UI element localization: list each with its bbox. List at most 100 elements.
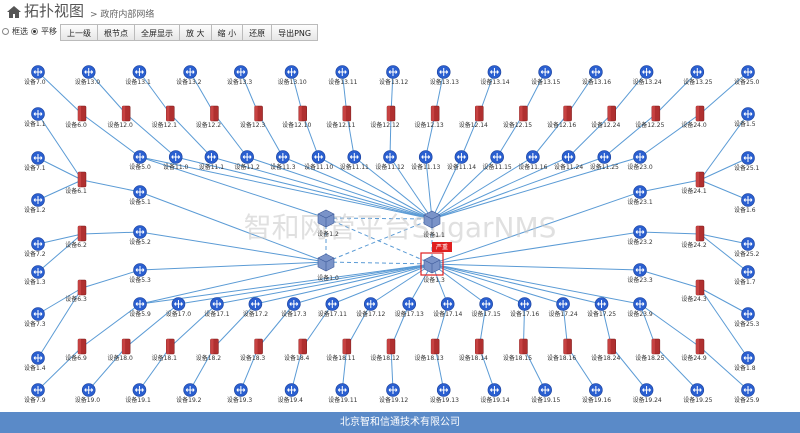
switch-node[interactable] — [81, 383, 96, 397]
firewall-node[interactable] — [210, 105, 219, 122]
radio-pan-label[interactable]: 平移 — [41, 26, 57, 37]
radio-select-mode[interactable] — [2, 28, 9, 35]
switch-node[interactable] — [454, 150, 469, 164]
switch-node[interactable] — [31, 265, 45, 279]
zoom-out-button[interactable]: 缩 小 — [210, 24, 244, 41]
switch-node[interactable] — [311, 150, 326, 164]
radio-select-label[interactable]: 框选 — [12, 26, 28, 37]
firewall-node[interactable] — [166, 105, 175, 122]
switch-node[interactable] — [132, 65, 147, 79]
switch-node[interactable] — [31, 151, 45, 165]
topology-canvas[interactable]: 智和网管平台SugarNMS 设备7.0 设备13.0 设备13.1 设备13.2 设备… — [0, 42, 800, 412]
switch-node[interactable] — [741, 151, 755, 165]
firewall-node[interactable] — [77, 105, 87, 122]
switch-node[interactable] — [741, 351, 755, 365]
switch-node[interactable] — [276, 150, 290, 164]
restore-button[interactable]: 还原 — [242, 24, 273, 41]
switch-node[interactable] — [526, 150, 540, 164]
firewall-node[interactable] — [121, 338, 131, 355]
switch-node[interactable] — [171, 297, 186, 311]
firewall-node[interactable] — [254, 105, 263, 122]
firewall-node[interactable] — [607, 105, 616, 122]
switch-node[interactable] — [436, 383, 451, 397]
switch-node[interactable] — [633, 225, 647, 239]
switch-node[interactable] — [589, 383, 603, 397]
switch-node[interactable] — [133, 263, 147, 277]
firewall-node[interactable] — [166, 338, 175, 355]
firewall-node[interactable] — [695, 171, 705, 188]
switch-node[interactable] — [133, 297, 147, 311]
switch-node[interactable] — [633, 297, 647, 311]
switch-node[interactable] — [287, 297, 301, 311]
switch-node[interactable] — [690, 383, 705, 397]
firewall-node[interactable] — [77, 338, 87, 355]
firewall-node[interactable] — [563, 338, 572, 355]
switch-node[interactable] — [436, 65, 451, 79]
breadcrumb[interactable]: > 政府内部网络 — [90, 7, 154, 20]
switch-node[interactable] — [741, 65, 755, 79]
switch-node[interactable] — [386, 383, 400, 397]
switch-node[interactable] — [325, 297, 340, 311]
firewall-node[interactable] — [563, 105, 572, 122]
firewall-node[interactable] — [519, 338, 528, 355]
firewall-node[interactable] — [430, 105, 440, 122]
switch-node[interactable] — [597, 150, 612, 164]
firewall-node[interactable] — [298, 338, 307, 355]
core-router-node[interactable] — [317, 209, 335, 228]
switch-node[interactable] — [31, 383, 45, 397]
firewall-node[interactable] — [386, 338, 396, 355]
up-level-button[interactable]: 上一级 — [60, 24, 98, 41]
firewall-node[interactable] — [695, 338, 705, 355]
firewall-node[interactable] — [695, 225, 705, 242]
switch-node[interactable] — [517, 297, 532, 311]
topology-svg[interactable]: 智和网管平台SugarNMS 设备7.0 设备13.0 设备13.1 设备13.2 设备… — [0, 42, 800, 412]
switch-node[interactable] — [31, 351, 45, 365]
firewall-node[interactable] — [77, 225, 87, 242]
firewall-node[interactable] — [121, 105, 131, 122]
switch-node[interactable] — [487, 65, 502, 79]
switch-node[interactable] — [240, 150, 254, 164]
switch-node[interactable] — [633, 150, 647, 164]
switch-node[interactable] — [363, 297, 378, 311]
switch-node[interactable] — [133, 185, 147, 199]
switch-node[interactable] — [561, 150, 576, 164]
core-router-node[interactable] — [317, 253, 335, 272]
switch-node[interactable] — [335, 383, 350, 397]
switch-node[interactable] — [589, 65, 603, 79]
firewall-node[interactable] — [386, 105, 396, 122]
switch-node[interactable] — [556, 297, 570, 311]
switch-node[interactable] — [479, 297, 493, 311]
switch-node[interactable] — [383, 150, 397, 164]
firewall-node[interactable] — [254, 338, 263, 355]
switch-node[interactable] — [594, 297, 609, 311]
firewall-node[interactable] — [298, 105, 307, 122]
radio-pan-mode[interactable] — [31, 28, 38, 35]
switch-node[interactable] — [487, 383, 502, 397]
switch-node[interactable] — [538, 65, 552, 79]
switch-node[interactable] — [639, 65, 654, 79]
switch-node[interactable] — [402, 297, 417, 311]
switch-node[interactable] — [210, 297, 224, 311]
firewall-node[interactable] — [210, 338, 219, 355]
switch-node[interactable] — [741, 265, 755, 279]
switch-node[interactable] — [347, 150, 362, 164]
switch-node[interactable] — [284, 65, 299, 79]
firewall-node[interactable] — [651, 105, 661, 122]
switch-node[interactable] — [633, 185, 647, 199]
firewall-node[interactable] — [342, 105, 352, 122]
firewall-node[interactable] — [519, 105, 528, 122]
switch-node[interactable] — [284, 383, 299, 397]
switch-node[interactable] — [183, 383, 197, 397]
firewall-node[interactable] — [695, 105, 705, 122]
switch-node[interactable] — [81, 65, 96, 79]
switch-node[interactable] — [168, 150, 183, 164]
switch-node[interactable] — [31, 65, 45, 79]
firewall-node[interactable] — [342, 338, 352, 355]
switch-node[interactable] — [741, 237, 755, 251]
firewall-node[interactable] — [475, 338, 484, 355]
switch-node[interactable] — [133, 225, 147, 239]
switch-node[interactable] — [31, 307, 45, 321]
switch-node[interactable] — [741, 193, 755, 207]
switch-node[interactable] — [133, 150, 147, 164]
switch-node[interactable] — [31, 193, 45, 207]
